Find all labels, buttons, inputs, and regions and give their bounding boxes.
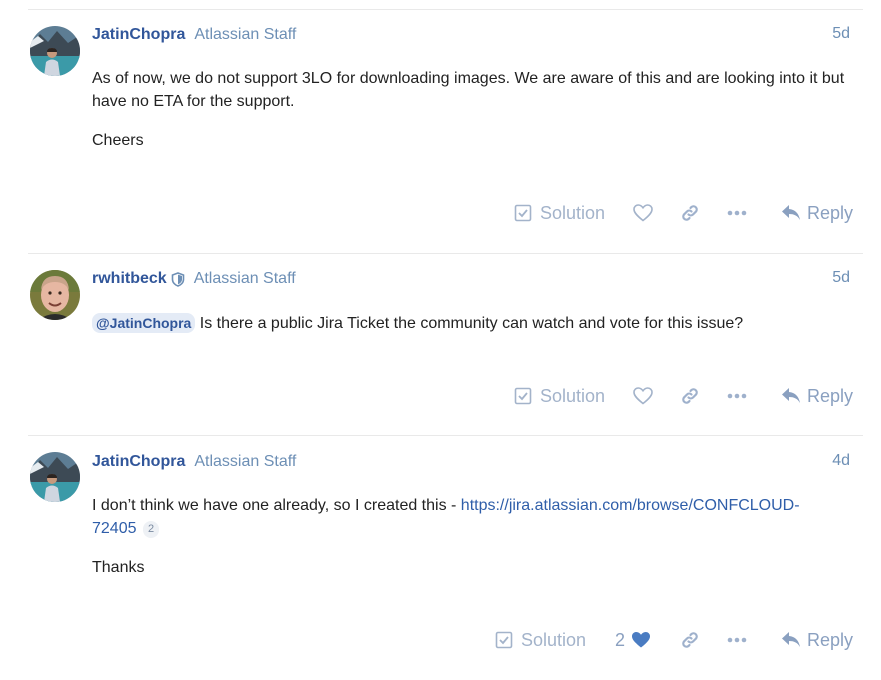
reply-label: Reply bbox=[807, 629, 854, 650]
solution-button[interactable]: Solution bbox=[514, 381, 605, 411]
solution-button[interactable]: Solution bbox=[495, 625, 586, 655]
post-paragraph: @JatinChopra Is there a public Jira Tick… bbox=[92, 312, 852, 335]
reply-arrow-icon bbox=[781, 631, 801, 649]
link-icon bbox=[680, 203, 700, 223]
checkbox-icon bbox=[514, 204, 532, 222]
checkbox-icon bbox=[495, 631, 513, 649]
post-body: @JatinChopra Is there a public Jira Tick… bbox=[92, 312, 852, 335]
reply-button[interactable]: Reply bbox=[781, 198, 853, 228]
reply-label: Reply bbox=[807, 202, 854, 223]
copy-link-button[interactable] bbox=[680, 198, 700, 228]
reply-button[interactable]: Reply bbox=[781, 625, 853, 655]
user-mention[interactable]: @JatinChopra bbox=[92, 313, 196, 333]
post-actions: Solution Reply bbox=[0, 198, 881, 228]
copy-link-button[interactable] bbox=[680, 381, 700, 411]
heart-filled-icon bbox=[631, 631, 651, 649]
username[interactable]: JatinChopra bbox=[92, 453, 185, 471]
solution-label: Solution bbox=[521, 629, 587, 650]
post-actions: Solution Reply bbox=[0, 381, 881, 411]
post-paragraph: Thanks bbox=[92, 559, 145, 576]
like-count: 2 bbox=[615, 629, 626, 650]
user-title: Atlassian Staff bbox=[194, 453, 297, 470]
reply-arrow-icon bbox=[781, 204, 801, 222]
link-icon bbox=[680, 386, 700, 406]
post-date[interactable]: 4d bbox=[832, 452, 850, 470]
post-text: Is there a public Jira Ticket the commun… bbox=[195, 315, 744, 332]
reply-arrow-icon bbox=[781, 387, 801, 405]
checkbox-icon bbox=[514, 387, 532, 405]
more-button[interactable] bbox=[727, 381, 747, 411]
post-divider bbox=[28, 9, 863, 10]
post-paragraph: As of now, we do not support 3LO for dow… bbox=[92, 70, 845, 110]
post-text: I don’t think we have one already, so I … bbox=[92, 497, 461, 514]
post-date[interactable]: 5d bbox=[832, 269, 850, 287]
post-body: I don’t think we have one already, so I … bbox=[92, 494, 827, 579]
username[interactable]: JatinChopra bbox=[92, 26, 185, 44]
ellipsis-icon bbox=[727, 637, 747, 643]
link-icon bbox=[680, 630, 700, 650]
copy-link-button[interactable] bbox=[680, 625, 700, 655]
solution-label: Solution bbox=[540, 385, 606, 406]
more-button[interactable] bbox=[727, 198, 747, 228]
more-button[interactable] bbox=[727, 625, 747, 655]
moderator-shield-icon bbox=[171, 271, 185, 287]
post-paragraph: Cheers bbox=[92, 132, 144, 149]
heart-outline-icon bbox=[633, 387, 653, 405]
link-click-count: 2 bbox=[142, 521, 160, 538]
reply-button[interactable]: Reply bbox=[781, 381, 853, 411]
avatar-rwhitbeck[interactable] bbox=[30, 270, 80, 320]
post-body: As of now, we do not support 3LO for dow… bbox=[92, 67, 852, 152]
username[interactable]: rwhitbeck bbox=[92, 270, 167, 288]
reply-label: Reply bbox=[807, 385, 854, 406]
avatar-jatinchopra[interactable] bbox=[30, 26, 80, 76]
user-title: Atlassian Staff bbox=[194, 26, 297, 43]
post-date[interactable]: 5d bbox=[832, 25, 850, 43]
post-paragraph: I don’t think we have one already, so I … bbox=[92, 494, 827, 540]
post-divider bbox=[28, 435, 863, 436]
heart-outline-icon bbox=[633, 204, 653, 222]
post-actions: Solution 2 Reply bbox=[0, 625, 881, 655]
solution-label: Solution bbox=[540, 202, 606, 223]
like-button[interactable]: 2 bbox=[615, 625, 651, 655]
avatar-jatinchopra[interactable] bbox=[30, 452, 80, 502]
like-button[interactable] bbox=[633, 198, 653, 228]
ellipsis-icon bbox=[727, 210, 747, 216]
user-title: Atlassian Staff bbox=[193, 270, 296, 287]
solution-button[interactable]: Solution bbox=[514, 198, 605, 228]
post-divider bbox=[28, 253, 863, 254]
like-button[interactable] bbox=[633, 381, 653, 411]
ellipsis-icon bbox=[727, 393, 747, 399]
